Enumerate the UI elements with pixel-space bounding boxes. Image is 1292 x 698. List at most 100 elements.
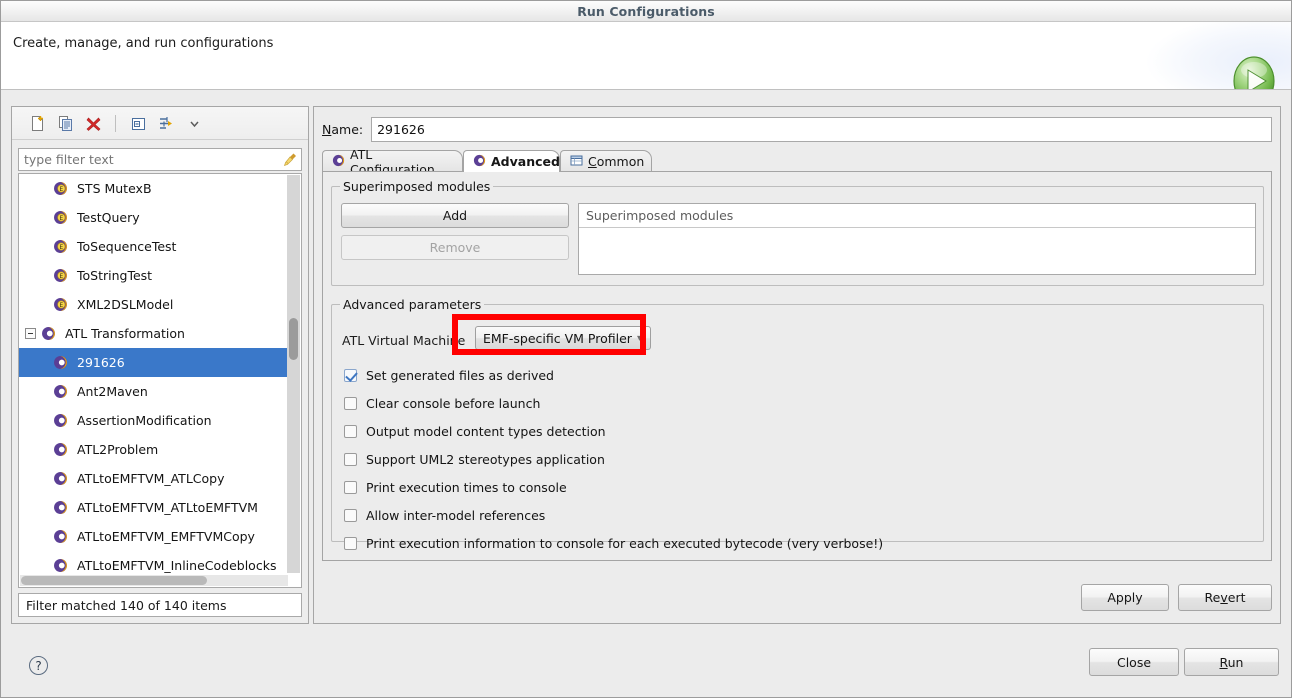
run-play-icon (1231, 54, 1277, 89)
checkbox-allow-inter-model-references[interactable]: Allow inter-model references (344, 506, 545, 524)
atl-e-icon: E (53, 297, 71, 313)
broom-clear-icon[interactable] (279, 149, 301, 170)
tree-item[interactable]: 291626 (19, 348, 289, 377)
atl-icon (53, 413, 71, 429)
remove-button-label: Remove (429, 240, 481, 255)
question-mark-icon[interactable]: ? (29, 656, 48, 675)
atl-icon (53, 355, 71, 371)
tab-advanced[interactable]: Advanced (463, 150, 560, 172)
checkbox-indicator[interactable] (344, 424, 357, 438)
checkbox-indicator[interactable] (344, 508, 357, 522)
remove-button[interactable]: Remove (341, 235, 569, 260)
revert-button-label: Revert (1204, 590, 1246, 605)
checkbox-clear-console-before-launch[interactable]: Clear console before launch (344, 394, 540, 412)
tree-item[interactable]: AssertionModification (19, 406, 289, 435)
tree-item-label: TestQuery (77, 210, 140, 225)
group-title-advanced: Advanced parameters (340, 297, 485, 312)
tree-item[interactable]: E STS MutexB (19, 174, 289, 203)
tree-item[interactable]: ATLtoEMFTVM_EMFTVMCopy (19, 522, 289, 551)
tree-item[interactable]: Ant2Maven (19, 377, 289, 406)
configuration-editor-panel: Name: ATL Configuration (313, 106, 1281, 624)
atl-icon (53, 442, 71, 458)
checkbox-label: Allow inter-model references (366, 507, 546, 523)
svg-text:E: E (59, 244, 63, 250)
tree-item-label: ATLtoEMFTVM_ATLtoEMFTVM (77, 500, 258, 515)
atl-icon (41, 326, 59, 342)
tree-vertical-scroll-thumb[interactable] (289, 318, 298, 360)
tab-strip: ATL Configuration Advanced Common (322, 147, 1272, 177)
tab-label: Common (588, 154, 645, 169)
atl-icon (53, 384, 71, 400)
add-button[interactable]: Add (341, 203, 569, 228)
new-configuration-icon[interactable] (24, 111, 50, 135)
name-input[interactable] (371, 116, 1272, 142)
close-button[interactable]: Close (1089, 648, 1179, 676)
checkbox-label: Set generated files as derived (366, 367, 554, 383)
atl-icon (332, 154, 345, 170)
filter-status-text: Filter matched 140 of 140 items (26, 597, 227, 613)
vm-dropdown-value: EMF-specific VM Profiler (483, 330, 632, 346)
tree-item-label: ToStringTest (77, 268, 153, 283)
tree-item[interactable]: ATLtoEMFTVM_ATLCopy (19, 464, 289, 493)
checkbox-print-execution-times-to-console[interactable]: Print execution times to console (344, 478, 567, 496)
tree-item[interactable]: E TestQuery (19, 203, 289, 232)
tab-common[interactable]: Common (560, 150, 652, 172)
tree-item[interactable]: E XML2DSLModel (19, 290, 289, 319)
revert-button[interactable]: Revert (1178, 584, 1272, 611)
tree-expander-icon[interactable] (25, 328, 36, 339)
close-button-label: Close (1116, 654, 1152, 670)
checkbox-set-generated-files-as-derived[interactable]: Set generated files as derived (344, 366, 554, 384)
checkbox-indicator[interactable] (344, 452, 357, 466)
search-input[interactable] (19, 149, 279, 170)
atl-e-icon: E (53, 268, 71, 284)
checkbox-indicator[interactable] (344, 536, 357, 550)
run-button[interactable]: Run (1184, 648, 1279, 676)
tree-item-label: STS MutexB (77, 181, 152, 196)
tree-item[interactable]: E ToStringTest (19, 261, 289, 290)
atl-e-icon: E (53, 239, 71, 255)
delete-configuration-icon[interactable] (80, 111, 106, 135)
apply-button[interactable]: Apply (1081, 584, 1169, 611)
tree-horizontal-scrollbar[interactable] (20, 575, 288, 586)
checkbox-support-uml2-stereotypes-application[interactable]: Support UML2 stereotypes application (344, 450, 605, 468)
chevron-down-icon[interactable] (181, 111, 207, 135)
checkbox-label: Print execution times to console (366, 479, 567, 495)
common-table-icon (570, 154, 583, 170)
group-title-superimposed: Superimposed modules (340, 179, 494, 194)
tree-item[interactable]: E ToSequenceTest (19, 232, 289, 261)
checkbox-indicator[interactable] (344, 368, 357, 382)
superimposed-modules-list-header: Superimposed modules (579, 204, 1255, 228)
tree-item[interactable]: ATL2Problem (19, 435, 289, 464)
tree-item-label: XML2DSLModel (77, 297, 174, 312)
vm-label: ATL Virtual Machine (342, 333, 466, 348)
tree-item-label: ToSequenceTest (77, 239, 177, 254)
name-row: Name: (322, 116, 1272, 142)
checkbox-output-model-content-types-detection[interactable]: Output model content types detection (344, 422, 606, 440)
filter-icon[interactable] (153, 111, 179, 135)
tree-item-label: 291626 (77, 355, 125, 370)
checkbox-label: Clear console before launch (366, 395, 541, 411)
atl-icon (473, 154, 486, 170)
atl-icon (53, 529, 71, 545)
collapse-all-icon[interactable] (125, 111, 151, 135)
add-button-label: Add (442, 208, 468, 223)
filter-field[interactable] (18, 148, 302, 171)
tree-horizontal-scroll-thumb[interactable] (21, 576, 207, 585)
tree-item-label: AssertionModification (77, 413, 212, 428)
tree-item[interactable]: ATL Transformation (19, 319, 289, 348)
window-titlebar: Run Configurations (1, 1, 1291, 22)
vm-dropdown[interactable]: EMF-specific VM Profiler ▾ (475, 326, 651, 350)
checkbox-print-execution-information-to-console[interactable]: Print execution information to console f… (344, 534, 883, 552)
tree-vertical-scrollbar[interactable] (287, 175, 300, 573)
configurations-panel: E STS MutexB E TestQuery E ToSequenceTest E ToS… (11, 106, 309, 624)
superimposed-modules-list[interactable]: Superimposed modules (578, 203, 1256, 275)
configurations-tree[interactable]: E STS MutexB E TestQuery E ToSequenceTest E ToS… (18, 173, 302, 588)
checkbox-indicator[interactable] (344, 396, 357, 410)
checkbox-label: Print execution information to console f… (366, 535, 884, 551)
tab-atl-configuration[interactable]: ATL Configuration (322, 147, 463, 177)
atl-icon (53, 471, 71, 487)
checkbox-label: Support UML2 stereotypes application (366, 451, 605, 467)
duplicate-configuration-icon[interactable] (52, 111, 78, 135)
tree-item[interactable]: ATLtoEMFTVM_ATLtoEMFTVM (19, 493, 289, 522)
checkbox-indicator[interactable] (344, 480, 357, 494)
